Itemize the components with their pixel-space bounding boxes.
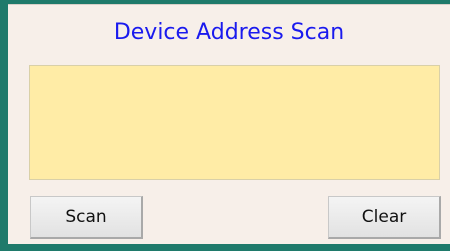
panel-title: Device Address Scan: [113, 20, 345, 45]
scan-results-area[interactable]: [29, 65, 440, 180]
scan-button[interactable]: Scan: [30, 196, 143, 239]
clear-button[interactable]: Clear: [328, 196, 441, 239]
window-frame: Device Address Scan Scan Clear: [0, 0, 450, 251]
device-scan-panel: Device Address Scan Scan Clear: [8, 4, 450, 244]
